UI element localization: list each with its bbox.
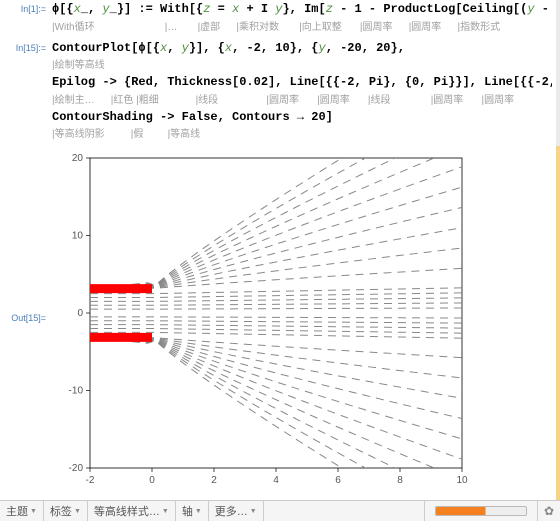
svg-text:0: 0	[77, 308, 83, 319]
in-label-15: In[15]:=	[4, 41, 52, 53]
svg-text:8: 8	[397, 475, 403, 486]
svg-text:20: 20	[72, 153, 84, 164]
toolbar-progress	[424, 501, 537, 521]
svg-text:6: 6	[335, 475, 341, 486]
code-line-2b: Epilog -> {Red, Thickness[0.02], Line[{{…	[52, 75, 552, 91]
cell-15-content[interactable]: ContourPlot[ϕ[{x, y}], {x, -2, 10}, {y, …	[52, 41, 552, 145]
toolbar-btn-labels[interactable]: 标签▼	[44, 501, 88, 521]
anno-2b: |绘制主… |红色 |粗细 |线段 |圆周率 |圆周率 |线段 |圆周率 |圆周…	[52, 91, 552, 106]
cell-1-content[interactable]: ϕ[{x_, y_}] := With[{z = x + I y}, Im[z …	[52, 2, 552, 37]
toolbar-settings[interactable]: ✿	[537, 501, 560, 521]
code-line-1: ϕ[{x_, y_}] := With[{z = x + I y}, Im[z …	[52, 2, 552, 18]
chevron-down-icon: ▼	[162, 508, 169, 515]
gear-icon: ✿	[544, 504, 554, 518]
svg-text:-10: -10	[69, 386, 84, 397]
chevron-down-icon: ▼	[250, 508, 257, 515]
contour-plot[interactable]: -20246810-20-1001020	[52, 148, 472, 498]
anno-2c: |等高线阴影 |假 |等高线	[52, 125, 552, 140]
toolbar-btn-axes[interactable]: 轴▼	[176, 501, 209, 521]
chevron-down-icon: ▼	[74, 508, 81, 515]
progress-bar	[435, 506, 527, 516]
svg-text:-2: -2	[86, 475, 95, 486]
svg-text:10: 10	[456, 475, 468, 486]
chevron-down-icon: ▼	[195, 508, 202, 515]
output-cell-15: Out[15]= -20246810-20-1001020	[0, 146, 560, 500]
code-line-2a: ContourPlot[ϕ[{x, y}], {x, -2, 10}, {y, …	[52, 41, 552, 57]
svg-text:10: 10	[72, 231, 84, 242]
toolbar-btn-contour-style[interactable]: 等高线样式…▼	[88, 501, 176, 521]
anno-1: |With循环 |… |虚部 |乘积对数 |向上取整 |圆周率 |圆周率 |指数…	[52, 18, 552, 33]
anno-2a: |绘制等高线	[52, 56, 552, 71]
code-line-2c: ContourShading -> False, Contours → 20]	[52, 110, 552, 126]
chevron-down-icon: ▼	[30, 508, 37, 515]
out-label-15: Out[15]=	[4, 148, 52, 323]
svg-text:2: 2	[211, 475, 217, 486]
toolbar-btn-theme[interactable]: 主题▼	[0, 501, 44, 521]
toolbar-btn-more[interactable]: 更多…▼	[209, 501, 264, 521]
svg-text:-20: -20	[69, 463, 84, 474]
input-cell-15: In[15]:= ContourPlot[ϕ[{x, y}], {x, -2, …	[0, 39, 560, 147]
input-cell-1: In[1]:= ϕ[{x_, y_}] := With[{z = x + I y…	[0, 0, 560, 39]
svg-text:4: 4	[273, 475, 279, 486]
svg-text:0: 0	[149, 475, 155, 486]
in-label-1: In[1]:=	[4, 2, 52, 14]
